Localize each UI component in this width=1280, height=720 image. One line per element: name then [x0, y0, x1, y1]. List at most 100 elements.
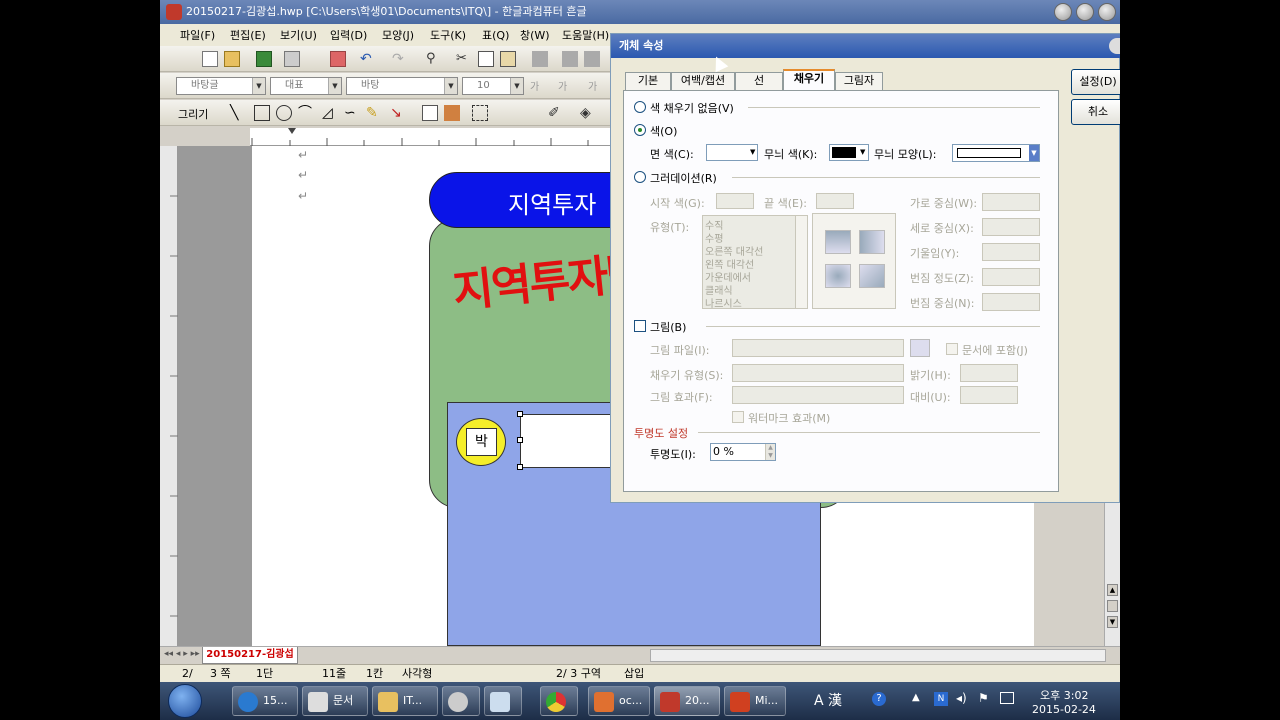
- start-color-picker[interactable]: [716, 193, 754, 209]
- tab-shadow[interactable]: 그림자: [835, 72, 883, 90]
- arc-tool-icon[interactable]: ⌒: [298, 105, 314, 121]
- increase-size-icon[interactable]: 가: [530, 78, 546, 94]
- menu-edit[interactable]: 편집(E): [230, 27, 266, 43]
- tab-nav-left-icon[interactable]: ◂◂ ◂ ▸ ▸▸: [164, 649, 200, 659]
- circle-textbox[interactable]: 박: [466, 428, 497, 456]
- tab-basic[interactable]: 기본: [625, 72, 671, 90]
- taskbar-item-tool[interactable]: [442, 686, 480, 716]
- curve-tool-icon[interactable]: ∽: [344, 105, 360, 121]
- print-preview-icon[interactable]: [330, 51, 346, 67]
- no-fill-radio[interactable]: [634, 101, 646, 113]
- tilt-input[interactable]: [982, 243, 1040, 261]
- start-button[interactable]: [168, 684, 202, 718]
- picture-effect-select[interactable]: [732, 386, 904, 404]
- gradation-type-item[interactable]: 나르시스: [705, 295, 742, 308]
- scroll-page-icon[interactable]: [1107, 600, 1118, 612]
- close-button[interactable]: [1098, 3, 1116, 21]
- clock-time[interactable]: 오후 3:02: [1040, 687, 1088, 703]
- rectangle-tool-icon[interactable]: [254, 105, 270, 121]
- spacing-icon[interactable]: 가: [588, 78, 604, 94]
- undo-icon[interactable]: ↶: [360, 51, 376, 67]
- menu-insert[interactable]: 입력(D): [330, 27, 367, 43]
- taskbar-item-ie[interactable]: 15...: [232, 686, 298, 716]
- find-icon[interactable]: ⚲: [426, 51, 442, 67]
- tray-network-icon[interactable]: N: [934, 692, 948, 706]
- save-icon[interactable]: [256, 51, 272, 67]
- ok-button[interactable]: 설정(D): [1071, 69, 1120, 95]
- preview-swatch[interactable]: [825, 230, 851, 254]
- font-size-combo[interactable]: 10 ▼: [462, 77, 524, 95]
- folder-icon[interactable]: [910, 339, 930, 357]
- minimize-button[interactable]: [1054, 3, 1072, 21]
- tab-margin-caption[interactable]: 여백/캡션: [671, 72, 735, 90]
- pattern-shape-picker[interactable]: ▼: [952, 144, 1040, 162]
- scroll-down-icon[interactable]: ▼: [1107, 616, 1118, 628]
- pen-tool-icon[interactable]: ✎: [366, 105, 382, 121]
- taskbar-item-chrome[interactable]: [540, 686, 578, 716]
- picture-file-input[interactable]: [732, 339, 904, 357]
- scroll-up-icon[interactable]: ▲: [1107, 584, 1118, 596]
- end-color-picker[interactable]: [816, 193, 854, 209]
- maximize-button[interactable]: [1076, 3, 1094, 21]
- select-tool-icon[interactable]: [472, 105, 488, 121]
- menu-format[interactable]: 모양(J): [382, 27, 414, 43]
- menu-help[interactable]: 도움말(H): [562, 27, 609, 43]
- blur-degree-input[interactable]: [982, 268, 1040, 286]
- selection-handle[interactable]: [517, 411, 523, 417]
- preview-swatch[interactable]: [859, 230, 885, 254]
- preview-swatch[interactable]: [859, 264, 885, 288]
- taskbar-item-oc[interactable]: oc...: [588, 686, 650, 716]
- menu-view[interactable]: 보기(U): [280, 27, 317, 43]
- horizontal-scrollbar[interactable]: [650, 649, 1106, 662]
- vertical-scrollbar[interactable]: ▲ ▼: [1104, 500, 1120, 646]
- watermark-checkbox[interactable]: [732, 411, 744, 423]
- print-icon[interactable]: [284, 51, 300, 67]
- gradation-radio[interactable]: [634, 171, 646, 183]
- taskbar-item-ms[interactable]: Mi...: [724, 686, 786, 716]
- selection-handle[interactable]: [517, 437, 523, 443]
- clock-date[interactable]: 2015-02-24: [1032, 703, 1096, 716]
- picture-tool-icon[interactable]: [444, 105, 460, 121]
- preview-swatch[interactable]: [825, 264, 851, 288]
- cancel-button[interactable]: 취소: [1071, 99, 1120, 125]
- ellipse-tool-icon[interactable]: [276, 105, 292, 121]
- tab-line[interactable]: 선: [735, 72, 783, 90]
- pattern-color-picker[interactable]: ▼: [829, 144, 869, 161]
- style-combo[interactable]: 바탕글 ▼: [176, 77, 266, 95]
- format-painter-icon[interactable]: [532, 51, 548, 67]
- para-shape-icon[interactable]: [584, 51, 600, 67]
- help-icon[interactable]: ?: [872, 692, 886, 706]
- transparency-input[interactable]: 0 % ▲ ▼: [710, 443, 776, 461]
- flag-icon[interactable]: ⚑: [978, 691, 989, 705]
- contrast-input[interactable]: [960, 386, 1018, 404]
- textbox-tool-icon[interactable]: [422, 105, 438, 121]
- new-document-icon[interactable]: [202, 51, 218, 67]
- taskbar-item-hwp[interactable]: 20...: [654, 686, 720, 716]
- dialog-close-icon[interactable]: [1109, 38, 1120, 54]
- connector-tool-icon[interactable]: ↘: [390, 105, 406, 121]
- h-center-input[interactable]: [982, 193, 1040, 211]
- blur-center-input[interactable]: [982, 293, 1040, 311]
- yellow-circle[interactable]: 박: [456, 418, 506, 466]
- redo-icon[interactable]: ↷: [392, 51, 408, 67]
- ime-icon[interactable]: A 漢: [814, 690, 842, 710]
- copy-icon[interactable]: [478, 51, 494, 67]
- decrease-size-icon[interactable]: 가: [558, 78, 574, 94]
- brightness-input[interactable]: [960, 364, 1018, 382]
- picture-checkbox[interactable]: [634, 320, 646, 332]
- char-shape-icon[interactable]: [562, 51, 578, 67]
- tab-fill[interactable]: 채우기: [783, 69, 835, 91]
- menu-window[interactable]: 창(W): [520, 27, 550, 43]
- selection-handle[interactable]: [517, 464, 523, 470]
- list-scrollbar[interactable]: [795, 216, 807, 308]
- menu-table[interactable]: 표(Q): [482, 27, 509, 43]
- font-combo[interactable]: 바탕 ▼: [346, 77, 458, 95]
- document-tab[interactable]: 20150217-김광섭: [202, 647, 298, 664]
- line-color-icon[interactable]: ✐: [548, 105, 564, 121]
- paste-icon[interactable]: [500, 51, 516, 67]
- line-tool-icon[interactable]: ╲: [230, 105, 246, 121]
- polygon-tool-icon[interactable]: ◿: [322, 105, 338, 121]
- taskbar-item-documents[interactable]: 문서: [302, 686, 368, 716]
- menu-tools[interactable]: 도구(K): [430, 27, 466, 43]
- spinner-icon[interactable]: ▲ ▼: [765, 444, 775, 460]
